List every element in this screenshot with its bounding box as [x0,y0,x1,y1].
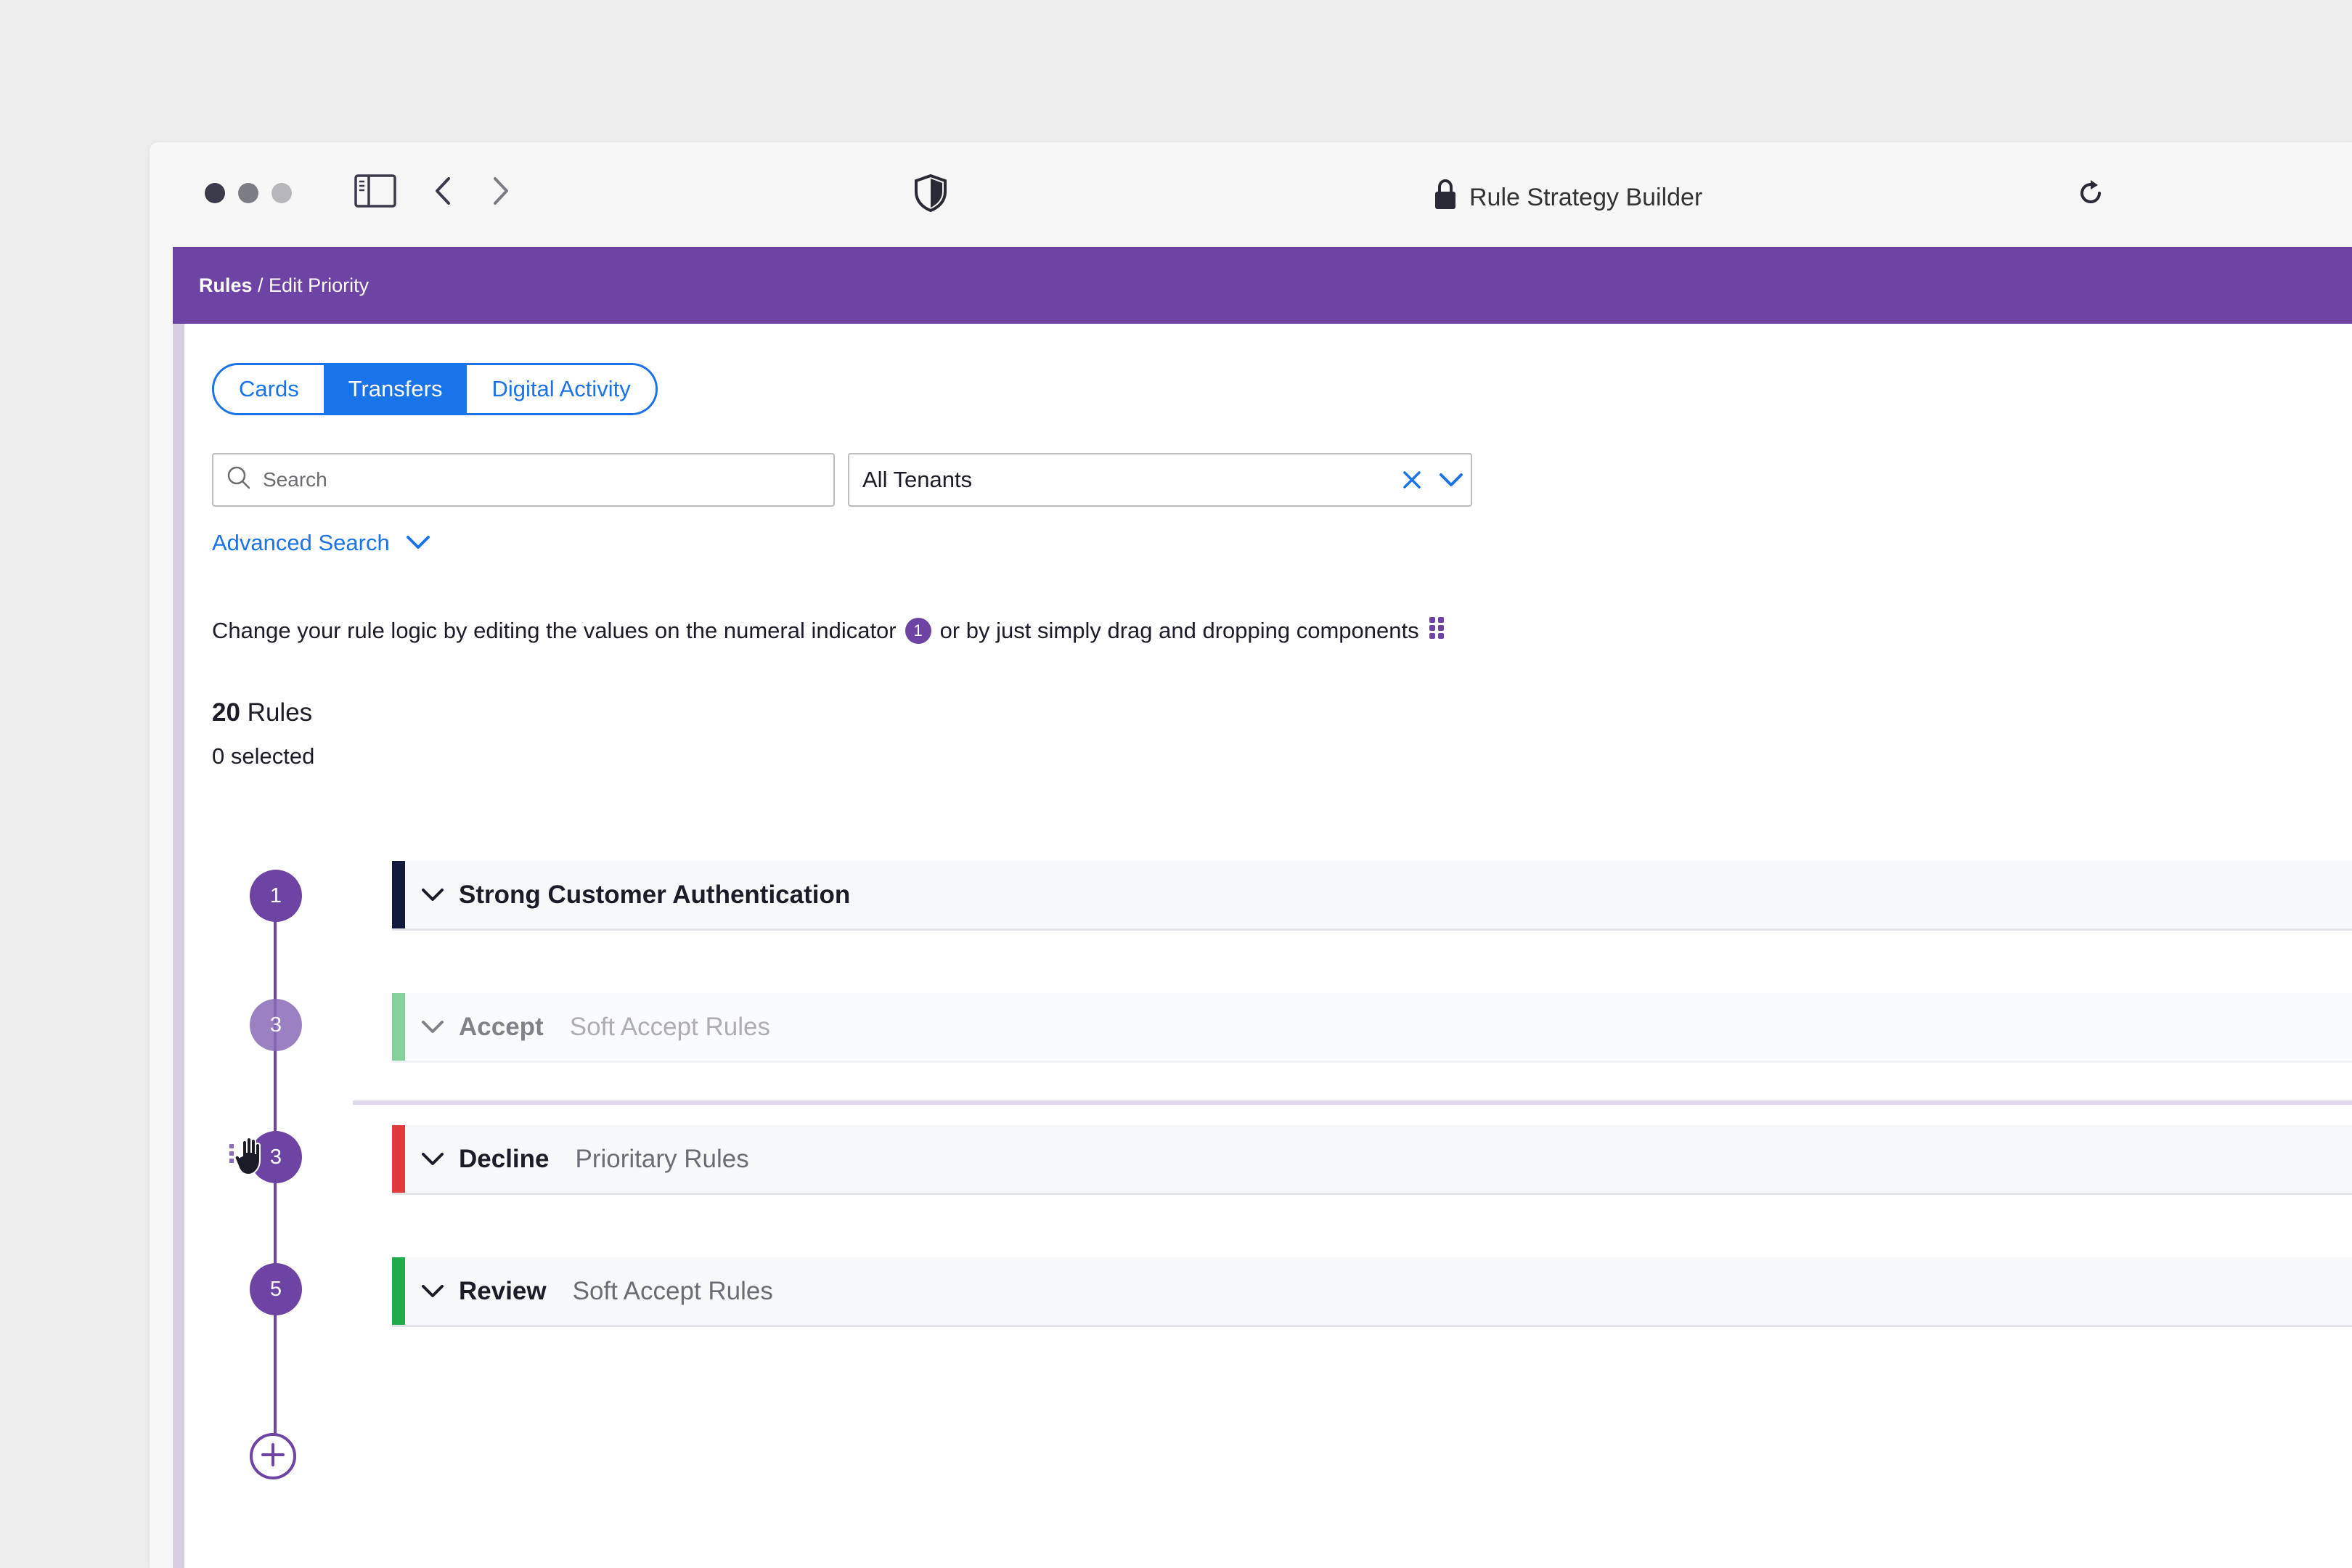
rules-count-label: Rules [247,698,313,727]
rules-count: 20 Rules [212,698,312,727]
window-minimize-button[interactable] [238,183,258,203]
browser-toolbar: Rule Strategy Builder [150,142,2352,247]
advanced-search-toggle[interactable]: Advanced Search [212,530,430,556]
clear-icon[interactable] [1392,460,1432,499]
rule-row-dragging[interactable]: Accept Soft Accept Rules [392,993,2352,1063]
tab-cards[interactable]: Cards [214,365,324,413]
reload-icon[interactable] [2076,179,2105,211]
search-icon [226,465,251,495]
instruction-text-before: Change your rule logic by editing the va… [212,618,897,643]
selected-count: 0 selected [212,743,315,769]
priority-indicator-1[interactable]: 1 [250,870,302,922]
tab-digital-activity[interactable]: Digital Activity [467,365,656,413]
rule-name: Strong Customer Authentication [459,880,851,909]
rule-color-bar [392,1125,405,1193]
breadcrumb-root[interactable]: Rules [199,274,253,297]
rule-name: Accept [459,1012,544,1041]
window-zoom-button[interactable] [271,183,292,203]
rule-type: Prioritary Rules [575,1144,749,1173]
plus-icon [260,1442,286,1471]
app-content: Rules / Edit Priority Cards Transfers Di… [173,247,2352,1568]
rule-row[interactable]: Strong Customer Authentication [392,861,2352,931]
back-icon[interactable] [431,174,453,211]
instruction-text: Change your rule logic by editing the va… [212,616,1445,646]
chevron-down-icon [406,530,430,556]
instruction-text-after: or by just simply drag and dropping comp… [939,618,1419,643]
chevron-down-icon[interactable] [420,1146,446,1172]
drag-handle-icon [1428,616,1445,646]
rule-color-bar [392,1257,405,1325]
tenant-select-value: All Tenants [862,467,973,492]
lock-icon [1434,179,1456,217]
rule-name: Review [459,1276,547,1305]
rule-name: Decline [459,1144,550,1173]
breadcrumb-current: Edit Priority [269,274,369,296]
rule-type: Soft Accept Rules [572,1276,773,1305]
rule-row[interactable]: Review Soft Accept Rules [392,1257,2352,1327]
chevron-down-icon[interactable] [1432,460,1471,499]
category-tabs: Cards Transfers Digital Activity [212,363,658,415]
priority-indicator-dragging[interactable]: 3 [250,999,302,1051]
advanced-search-label: Advanced Search [212,530,390,555]
rules-count-number: 20 [212,698,240,727]
address-title: Rule Strategy Builder [1469,183,1703,211]
numeral-indicator-badge: 1 [905,618,931,644]
breadcrumb-separator: / [252,274,269,296]
drop-indicator [353,1101,2352,1105]
search-input[interactable] [263,468,833,491]
sidebar-icon[interactable] [354,174,396,211]
rule-color-bar [392,993,405,1061]
add-rule-button[interactable] [250,1433,296,1479]
rule-color-bar [392,861,405,928]
window-close-button[interactable] [205,183,225,203]
chevron-down-icon[interactable] [420,1278,446,1304]
grab-cursor-icon [229,1134,270,1181]
tab-transfers[interactable]: Transfers [323,365,467,413]
breadcrumb: Rules / Edit Priority [173,247,2352,324]
chevron-down-icon[interactable] [420,882,446,908]
chevron-down-icon[interactable] [420,1014,446,1040]
tenant-select[interactable]: All Tenants [848,453,1472,507]
rule-row[interactable]: Decline Prioritary Rules [392,1125,2352,1195]
address-bar[interactable]: Rule Strategy Builder [1434,176,1702,219]
browser-window: Rule Strategy Builder Rules / Edit Prior… [150,142,2352,1568]
search-field [212,453,835,507]
shield-icon[interactable] [913,173,948,216]
forward-icon[interactable] [491,174,513,211]
rule-type: Soft Accept Rules [569,1012,770,1041]
priority-indicator-5[interactable]: 5 [250,1263,302,1315]
